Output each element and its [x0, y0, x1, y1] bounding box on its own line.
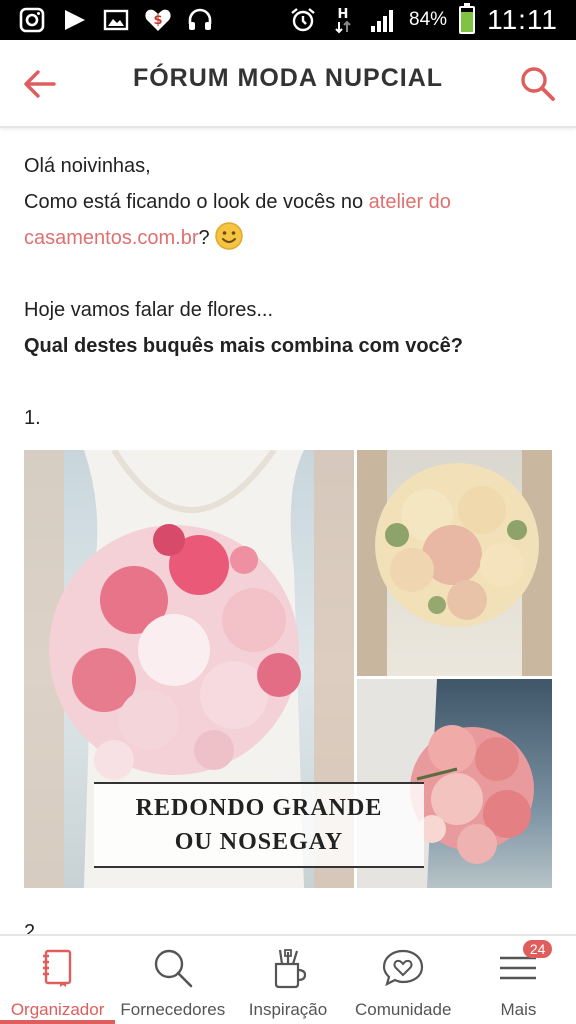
question-text: Como está ficando o look de vocês no [24, 191, 369, 213]
greeting: Olá noivinhas, [24, 155, 151, 177]
nav-fornecedores[interactable]: Fornecedores [115, 936, 230, 1024]
arrow-left-icon[interactable] [20, 64, 60, 104]
svg-text:$: $ [153, 13, 162, 28]
item-number-1: 1. [24, 407, 41, 429]
nav-organizador[interactable]: Organizador [0, 936, 116, 1024]
nav-label: Mais [500, 1000, 537, 1019]
nav-label: Inspiração [248, 1000, 328, 1019]
network-type: H [338, 7, 349, 22]
instagram-icon [18, 6, 46, 34]
data-arrows-icon: H [329, 6, 357, 34]
play-icon [60, 6, 88, 34]
search-icon [151, 946, 195, 990]
caption-line-1: REDONDO GRANDE [135, 795, 383, 821]
search-icon[interactable] [518, 64, 558, 104]
casamentos-link[interactable]: casamentos.com.br [24, 227, 199, 249]
bouquet-question: Qual destes buquês mais combina com você… [24, 335, 464, 357]
bottom-navigation: Organizador Fornecedores Inspiração Comu… [0, 934, 576, 1024]
bouquet-image[interactable]: REDONDO GRANDE OU NOSEGAY [24, 450, 552, 888]
flowers-intro: Hoje vamos falar de flores... [24, 299, 273, 321]
image-caption: REDONDO GRANDE OU NOSEGAY [94, 782, 424, 868]
nav-label: Comunidade [355, 1000, 452, 1019]
question-mark: ? [198, 227, 210, 249]
signal-icon [369, 6, 397, 34]
battery-level [461, 11, 474, 32]
battery-icon [459, 3, 476, 34]
smiley-emoji [214, 221, 244, 251]
atelier-link[interactable]: atelier do [369, 191, 451, 213]
status-bar: $ H 84% 11:11 [0, 0, 576, 40]
post-line-question: Como está ficando o look de vocês no ate… [24, 184, 552, 220]
nav-inspiracao[interactable]: Inspiração [230, 936, 345, 1024]
planner-book-icon [36, 946, 80, 990]
item-number-2: 2. [24, 921, 41, 934]
notification-icons: $ [0, 0, 214, 40]
headphones-icon [186, 6, 214, 34]
post-line-link: casamentos.com.br? [24, 220, 552, 256]
notification-badge: 24 [522, 940, 553, 958]
chat-heart-icon [381, 946, 425, 990]
image-icon [102, 6, 130, 34]
caption-line-2: OU NOSEGAY [174, 829, 344, 855]
nav-label: Organizador [10, 1000, 105, 1019]
alarm-icon [289, 6, 317, 34]
dahlia-bouquet-photo [357, 450, 552, 676]
clock: 11:11 [487, 4, 558, 35]
pencil-cup-icon [266, 946, 310, 990]
nav-comunidade[interactable]: Comunidade [346, 936, 461, 1024]
app-bar: FÓRUM MODA NUPCIAL [0, 40, 576, 128]
heart-dollar-icon: $ [144, 6, 172, 34]
post-content: Olá noivinhas, Como está ficando o look … [0, 130, 576, 934]
nav-mais[interactable]: 24 Mais [461, 936, 576, 1024]
battery-percent: 84% [409, 9, 448, 30]
system-status: H 84% 11:11 [289, 0, 558, 40]
nav-label: Fornecedores [120, 1000, 226, 1019]
page-title: FÓRUM MODA NUPCIAL [132, 64, 444, 92]
